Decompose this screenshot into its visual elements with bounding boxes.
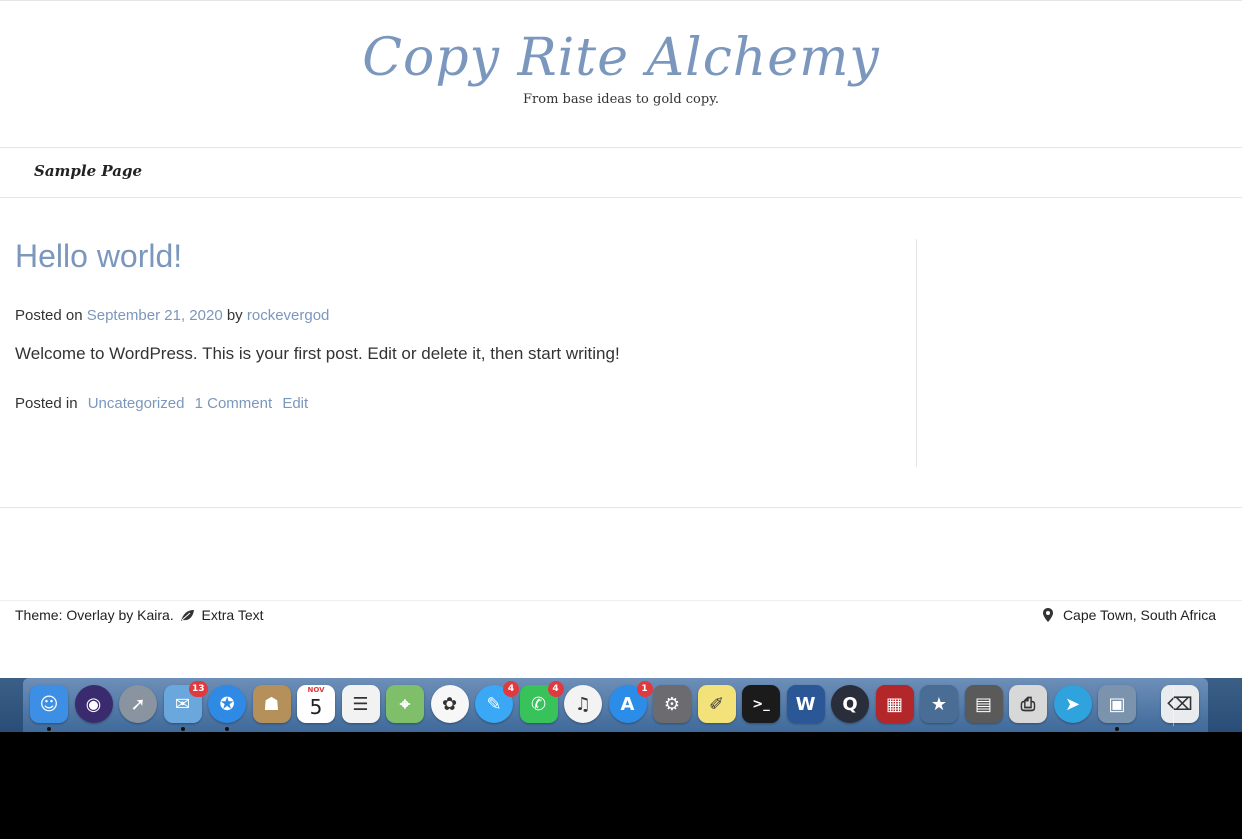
finder-glyph: ☺ (39, 693, 59, 715)
siri-icon[interactable]: ◉ (74, 685, 113, 723)
nav-item-sample-page[interactable]: Sample Page (34, 162, 142, 180)
finder-icon[interactable]: ☺ (30, 685, 68, 731)
footer-location: Cape Town, South Africa (1043, 607, 1216, 625)
launchpad-icon[interactable]: ➚ (119, 685, 157, 723)
website-page: Copy Rite Alchemy From base ideas to gol… (0, 0, 1242, 732)
category-link[interactable]: Uncategorized (88, 395, 185, 412)
location-text: Cape Town, South Africa (1062, 607, 1216, 623)
notification-badge: 1 (636, 681, 653, 697)
stickies-glyph: ✐ (708, 693, 725, 715)
app-store-icon[interactable]: A1 (608, 681, 653, 723)
quicktime-icon[interactable]: Q (831, 685, 869, 723)
calendar-icon[interactable]: NOV 5 (297, 685, 335, 723)
launchpad-glyph: ➚ (130, 693, 146, 715)
sidebar-divider (916, 239, 917, 467)
maps-icon[interactable]: ⌖ (386, 685, 424, 723)
running-indicator (225, 727, 229, 731)
extra-text: Extra Text (201, 607, 264, 623)
itunes-glyph: ♫ (574, 693, 592, 715)
post-date-link[interactable]: September 21, 2020 (87, 307, 223, 324)
system-preferences-glyph: ⚙ (663, 693, 681, 715)
running-indicator (180, 727, 185, 731)
terminal-glyph: >_ (752, 696, 770, 712)
post-author-link[interactable]: rockevergod (247, 307, 330, 324)
top-border (0, 0, 1242, 1)
scanner-icon[interactable]: ▤ (964, 685, 1003, 723)
posted-on-label: Posted on (15, 307, 83, 324)
post-meta: Posted on September 21, 2020 by rockever… (15, 307, 329, 324)
word-icon[interactable]: W (786, 685, 825, 723)
notification-badge: 4 (547, 681, 564, 697)
by-label: by (226, 307, 243, 324)
content-divider (0, 507, 1242, 508)
contacts-icon[interactable]: ☗ (252, 685, 291, 723)
comments-link[interactable]: 1 Comment (195, 395, 273, 412)
preview-glyph: ▣ (1108, 693, 1126, 715)
telegram-glyph: ➤ (1064, 693, 1081, 715)
quicktime-glyph: Q (842, 693, 858, 715)
theme-credit-text: Theme: Overlay by Kaira. (15, 607, 174, 623)
word-glyph: W (795, 693, 816, 715)
printer-glyph: ⎙ (1020, 693, 1036, 715)
telegram-icon[interactable]: ➤ (1053, 685, 1092, 723)
post-title[interactable]: Hello world! (15, 238, 182, 275)
scanner-glyph: ▤ (974, 693, 992, 715)
reminders-icon[interactable]: ☰ (341, 685, 380, 723)
reminders-glyph: ☰ (352, 693, 369, 715)
trash-glyph: ⌫ (1167, 693, 1193, 715)
calendar-day-label: 5 (309, 695, 323, 719)
app-store-glyph: A (620, 693, 635, 715)
post-footer-meta: Posted in Uncategorized 1 Comment Edit (15, 395, 308, 412)
system-preferences-icon[interactable]: ⚙ (653, 685, 691, 723)
trash-icon[interactable]: ⌫ (1161, 685, 1199, 723)
siri-glyph: ◉ (85, 693, 102, 715)
notification-badge: 4 (503, 681, 519, 697)
leaf-icon (180, 609, 195, 625)
calendar-month-label: NOV (307, 686, 325, 694)
printer-icon[interactable]: ⎙ (1009, 685, 1047, 723)
post-content: Welcome to WordPress. This is your first… (15, 344, 620, 363)
safari-glyph: ✪ (219, 693, 235, 715)
preview-star-icon[interactable]: ★ (920, 685, 958, 723)
preview-star-glyph: ★ (930, 693, 948, 715)
running-indicator (47, 727, 51, 731)
contacts-glyph: ☗ (263, 693, 280, 715)
safari-icon[interactable]: ✪ (208, 685, 246, 731)
site-title[interactable]: Copy Rite Alchemy (0, 18, 1242, 98)
footer-divider (0, 600, 1242, 601)
stickies-icon[interactable]: ✐ (697, 685, 736, 723)
posted-in-label: Posted in (15, 395, 78, 412)
messages-glyph: ✎ (486, 693, 502, 715)
facetime-icon[interactable]: ✆ 4 (519, 681, 564, 723)
site-tagline: From base ideas to gold copy. (523, 92, 719, 107)
dock-separator (1173, 686, 1174, 726)
itunes-icon[interactable]: ♫ (564, 685, 602, 723)
main-navigation: Sample Page (0, 147, 1242, 198)
messages-icon[interactable]: ✎ 4 (475, 681, 519, 723)
mail-icon[interactable]: ✉ 13 (163, 681, 208, 731)
photo-booth-icon[interactable]: ▦ (875, 685, 914, 723)
facetime-glyph: ✆ (530, 693, 547, 715)
photo-booth-glyph: ▦ (885, 693, 903, 715)
photos-glyph: ✿ (441, 693, 458, 715)
maps-glyph: ⌖ (399, 693, 411, 715)
mail-glyph: ✉ (174, 693, 191, 715)
footer-credit: Theme: Overlay by Kaira. Extra Text (15, 607, 264, 625)
photos-icon[interactable]: ✿ (430, 685, 469, 723)
terminal-icon[interactable]: >_ (742, 685, 780, 723)
macos-dock: ☺ ◉ ➚ ✉ 13 ✪ ☗ NOV 5 ☰ ⌖ ✿ ✎ 4 ✆ 4 ♫ A 1 ⚙ ✐ >_ W Q ▦ ★ ▤ ⎙ ➤ ▣ ⌫ (23, 678, 1208, 732)
edit-post-link[interactable]: Edit (282, 395, 308, 412)
preview-icon[interactable]: ▣ (1098, 685, 1136, 731)
notification-badge: 13 (188, 681, 208, 697)
running-indicator (1115, 727, 1119, 731)
map-pin-icon (1043, 608, 1054, 625)
